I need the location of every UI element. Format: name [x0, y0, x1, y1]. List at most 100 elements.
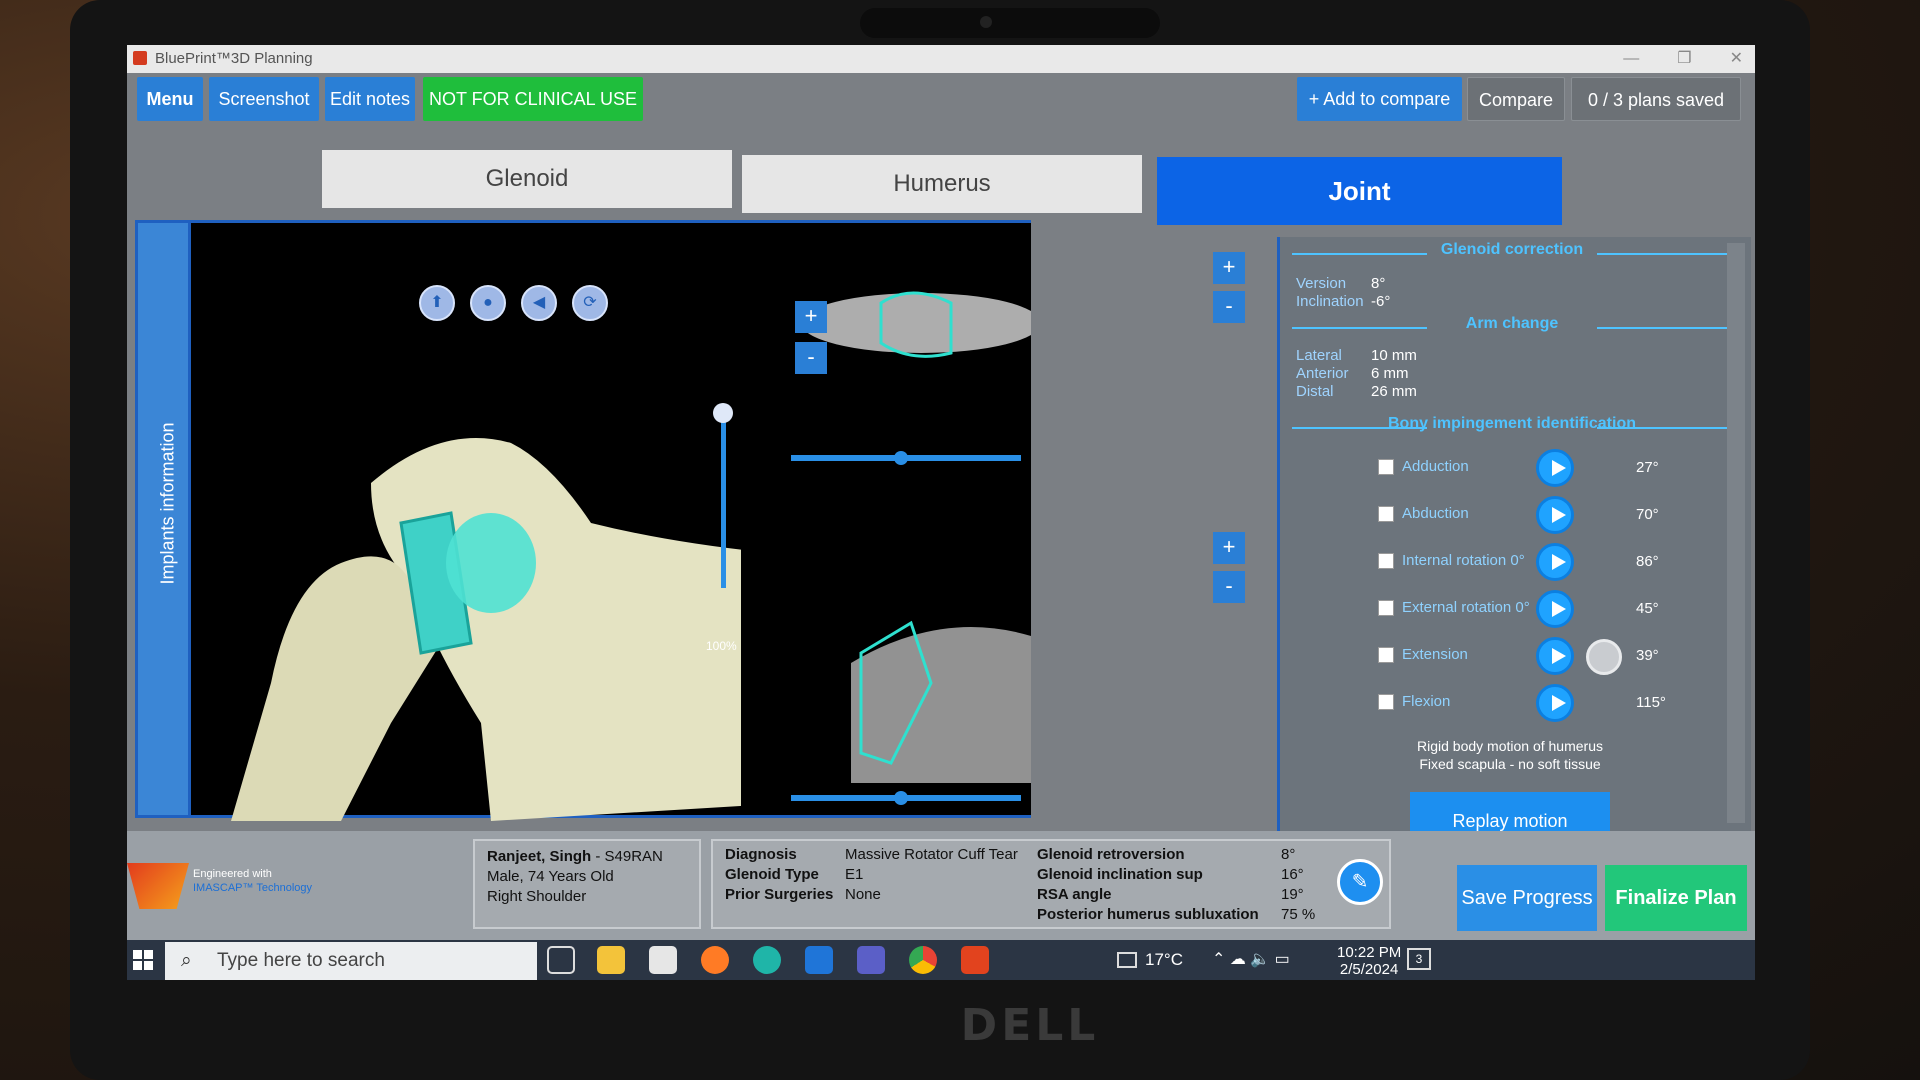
menu-button[interactable]: Menu — [137, 77, 203, 121]
screenshot-button[interactable]: Screenshot — [209, 77, 319, 121]
internal-rotation-play-button[interactable] — [1536, 543, 1574, 581]
glenoid-retroversion-label: Glenoid retroversion — [1037, 846, 1185, 863]
bony-impingement-header: Bony impingement identification — [1292, 415, 1732, 437]
notification-icon[interactable]: 3 — [1407, 948, 1431, 970]
finalize-plan-button[interactable]: Finalize Plan — [1605, 865, 1747, 931]
version-label: Version — [1296, 275, 1347, 292]
lateral-value: 10 mm — [1371, 347, 1417, 364]
external-rotation-degree: 45° — [1636, 600, 1659, 617]
task-view-icon[interactable] — [547, 946, 575, 974]
extension-row: Extension 39° — [1378, 637, 1708, 677]
title-bar: BluePrint™3D Planning — ❐ ✕ — [127, 45, 1755, 73]
weather-temp[interactable]: 17°C — [1145, 940, 1183, 980]
internal-rotation-checkbox[interactable] — [1378, 553, 1394, 569]
coronal-zoom-out-button[interactable]: - — [1213, 571, 1245, 603]
edit-notes-button[interactable]: Edit notes — [325, 77, 415, 121]
windows-start-icon[interactable] — [133, 950, 153, 970]
chrome-icon[interactable] — [909, 946, 937, 974]
lateral-label: Lateral — [1296, 347, 1342, 364]
internal-rotation-row: Internal rotation 0° 86° — [1378, 543, 1708, 583]
implants-information-label: Implants information — [157, 422, 178, 585]
abduction-label: Abduction — [1402, 505, 1469, 522]
maximize-icon[interactable]: ❐ — [1677, 45, 1691, 73]
windows-taskbar: ⌕ Type here to search 17°C ⌃ ☁ 🔈 ▭ 10:22… — [127, 940, 1755, 980]
abduction-degree: 70° — [1636, 506, 1659, 523]
panel-scrollbar[interactable] — [1727, 243, 1745, 823]
extension-checkbox[interactable] — [1378, 647, 1394, 663]
flexion-play-button[interactable] — [1536, 684, 1574, 722]
arm-change-header: Arm change — [1292, 315, 1732, 337]
weather-icon — [1117, 952, 1137, 968]
edit-diagnosis-icon[interactable]: ✎ — [1337, 859, 1383, 905]
adduction-checkbox[interactable] — [1378, 459, 1394, 475]
minimize-icon[interactable]: — — [1623, 45, 1639, 73]
notification-count: 3 — [1415, 952, 1423, 966]
axial-zoom-in-button[interactable]: + — [1213, 252, 1245, 284]
axial-zoom-out-button[interactable]: - — [1213, 291, 1245, 323]
abduction-checkbox[interactable] — [1378, 506, 1394, 522]
brand-logo — [127, 863, 189, 909]
taskbar-clock[interactable]: 10:22 PM 2/5/2024 — [1337, 944, 1401, 978]
outlook-icon[interactable] — [805, 946, 833, 974]
compare-button[interactable]: Compare — [1467, 77, 1565, 121]
webcam — [860, 8, 1160, 38]
external-rotation-label: External rotation 0° — [1402, 599, 1530, 616]
extension-play-button[interactable] — [1536, 637, 1574, 675]
app-logo-icon — [133, 51, 147, 65]
distal-value: 26 mm — [1371, 383, 1417, 400]
viewport-3d[interactable]: 100% — [191, 220, 1051, 821]
loading-spinner-icon — [1586, 639, 1622, 675]
firefox-icon[interactable] — [701, 946, 729, 974]
zoom-out-button[interactable]: - — [795, 342, 827, 374]
implants-information-tab[interactable]: Implants information — [135, 220, 191, 818]
file-explorer-icon[interactable] — [597, 946, 625, 974]
motion-note-line2: Fixed scapula - no soft tissue — [1419, 756, 1601, 772]
plans-saved-counter: 0 / 3 plans saved — [1571, 77, 1741, 121]
close-icon[interactable]: ✕ — [1730, 45, 1743, 73]
taskbar-search-input[interactable]: ⌕ Type here to search — [165, 942, 537, 980]
coronal-zoom-in-button[interactable]: + — [1213, 532, 1245, 564]
tab-humerus[interactable]: Humerus — [742, 155, 1142, 213]
save-progress-button[interactable]: Save Progress — [1457, 865, 1597, 931]
tab-joint[interactable]: Joint — [1157, 157, 1562, 225]
store-icon[interactable] — [649, 946, 677, 974]
blueprint-app-icon[interactable] — [961, 946, 989, 974]
zoom-level: 100% — [706, 639, 737, 653]
edge-icon[interactable] — [753, 946, 781, 974]
inclination-label: Inclination — [1296, 293, 1364, 310]
taskbar-time: 10:22 PM — [1337, 944, 1402, 961]
reset-view-icon[interactable]: ⟳ — [572, 285, 608, 321]
glenoid-type-value: E1 — [845, 866, 864, 883]
zoom-in-button[interactable]: + — [795, 301, 827, 333]
system-tray-icons[interactable]: ⌃ ☁ 🔈 ▭ — [1212, 940, 1290, 980]
scapula-view-icon[interactable]: ● — [470, 285, 506, 321]
flexion-degree: 115° — [1636, 694, 1666, 711]
flexion-row: Flexion 115° — [1378, 684, 1708, 724]
patient-info-box: Ranjeet, Singh - S49RAN Male, 74 Years O… — [473, 839, 701, 929]
clinical-info-box: Diagnosis Glenoid Type Prior Surgeries M… — [711, 839, 1391, 929]
external-rotation-play-button[interactable] — [1536, 590, 1574, 628]
teams-icon[interactable] — [857, 946, 885, 974]
add-to-compare-button[interactable]: + Add to compare — [1297, 77, 1462, 121]
glenoid-inclination-value: 16° — [1281, 866, 1304, 883]
joint-info-panel: Glenoid correction Version 8° Inclination… — [1277, 237, 1751, 842]
glenoid-type-label: Glenoid Type — [725, 866, 819, 883]
flexion-checkbox[interactable] — [1378, 694, 1394, 710]
brand-line2: IMASCAP™ Technology — [193, 882, 313, 894]
dell-logo: DELL — [960, 1000, 1100, 1051]
humerus-view-icon[interactable]: ⬆ — [419, 285, 455, 321]
patient-side: Right Shoulder — [487, 888, 587, 905]
lateral-view-icon[interactable]: ◀ — [521, 285, 557, 321]
adduction-play-button[interactable] — [1536, 449, 1574, 487]
tab-glenoid[interactable]: Glenoid — [322, 150, 732, 208]
glenoid-correction-header: Glenoid correction — [1292, 241, 1732, 263]
patient-demographics: Male, 74 Years Old — [487, 868, 614, 885]
external-rotation-row: External rotation 0° 45° — [1378, 590, 1708, 630]
external-rotation-checkbox[interactable] — [1378, 600, 1394, 616]
posterior-subluxation-value: 75 % — [1281, 906, 1316, 923]
app-window: BluePrint™3D Planning — ❐ ✕ Menu Screens… — [127, 45, 1755, 980]
adduction-row: Adduction 27° — [1378, 449, 1708, 489]
abduction-play-button[interactable] — [1536, 496, 1574, 534]
anterior-value: 6 mm — [1371, 365, 1409, 382]
extension-label: Extension — [1402, 646, 1468, 663]
